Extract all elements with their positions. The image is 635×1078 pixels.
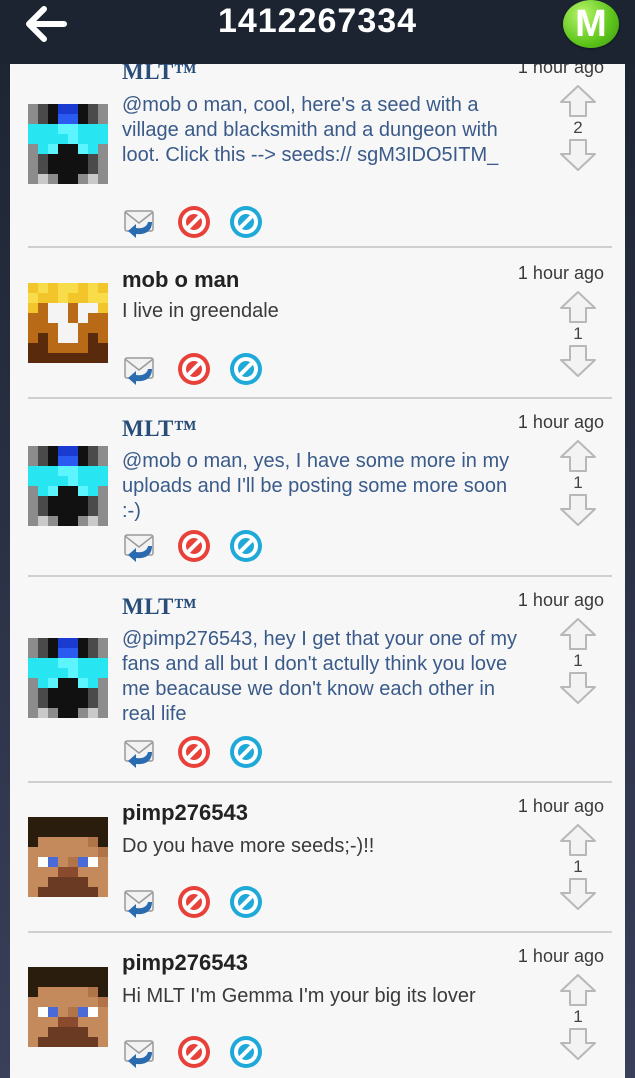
- upvote-arrow-icon[interactable]: [558, 617, 598, 651]
- vote-score: 1: [573, 1007, 583, 1026]
- reply-icon: [124, 890, 154, 918]
- block-icon: [178, 530, 210, 562]
- report-icon: [230, 886, 262, 918]
- avatar[interactable]: [28, 446, 108, 526]
- block-icon: [178, 736, 210, 768]
- vote-score: 2: [573, 118, 583, 137]
- block-button[interactable]: [176, 204, 212, 240]
- comment-author[interactable]: pimp276543: [122, 950, 248, 976]
- comment-time: 1 hour ago: [517, 590, 604, 610]
- menu-button[interactable]: M: [563, 0, 619, 48]
- block-button[interactable]: [176, 528, 212, 564]
- page-edge-right: [625, 0, 635, 1078]
- page-title: 1412267334: [217, 2, 418, 40]
- comment-time: 1 hour ago: [517, 64, 604, 77]
- vote-box: 1: [558, 617, 598, 705]
- reply-button[interactable]: [122, 734, 158, 770]
- downvote-arrow-icon[interactable]: [558, 344, 598, 378]
- comment-item: pimp276543 1 hour ago Hi MLT I'm Gemma I…: [10, 933, 625, 1078]
- comment-text: Hi MLT I'm Gemma I'm your big its lover: [122, 985, 476, 1007]
- top-bar: 1412267334 M: [0, 0, 635, 64]
- reply-button[interactable]: [122, 528, 158, 564]
- vote-box: 1: [558, 290, 598, 378]
- upvote-arrow-icon[interactable]: [558, 290, 598, 324]
- block-icon: [178, 206, 210, 238]
- report-icon: [230, 353, 262, 385]
- comment-item: mob o man 1 hour ago I live in greendale…: [10, 248, 625, 398]
- comment-time: 1 hour ago: [517, 263, 604, 283]
- block-button[interactable]: [176, 734, 212, 770]
- comment-author[interactable]: MLT™: [122, 416, 197, 442]
- vote-score: 1: [573, 473, 583, 492]
- comment-text: I live in greendale: [122, 300, 279, 322]
- reply-icon: [124, 1040, 154, 1068]
- block-button[interactable]: [176, 1034, 212, 1070]
- avatar[interactable]: [28, 967, 108, 1047]
- comment-text: Do you have more seeds;-)!!: [122, 835, 375, 857]
- report-button[interactable]: [228, 204, 264, 240]
- vote-box: 1: [558, 439, 598, 527]
- reply-icon: [124, 740, 154, 768]
- comment-time: 1 hour ago: [517, 412, 604, 432]
- comment-author[interactable]: pimp276543: [122, 800, 248, 826]
- block-icon: [178, 1036, 210, 1068]
- reply-icon: [124, 534, 154, 562]
- vote-box: 2: [558, 84, 598, 172]
- comment-author[interactable]: MLT™: [122, 594, 197, 620]
- downvote-arrow-icon[interactable]: [558, 1027, 598, 1061]
- report-icon: [230, 530, 262, 562]
- reply-icon: [124, 210, 154, 238]
- avatar[interactable]: [28, 104, 108, 184]
- comment-item: MLT™ 1 hour ago @pimp276543, hey I get t…: [10, 577, 625, 780]
- comment-item: MLT™ 1 hour ago @mob o man, cool, here's…: [10, 64, 625, 249]
- avatar[interactable]: [28, 817, 108, 897]
- comment-item: MLT™ 1 hour ago @mob o man, yes, I have …: [10, 399, 625, 575]
- vote-score: 1: [573, 651, 583, 670]
- comment-time: 1 hour ago: [517, 796, 604, 816]
- report-icon: [230, 1036, 262, 1068]
- downvote-arrow-icon[interactable]: [558, 493, 598, 527]
- reply-button[interactable]: [122, 204, 158, 240]
- reply-button[interactable]: [122, 1034, 158, 1070]
- report-button[interactable]: [228, 884, 264, 920]
- vote-score: 1: [573, 324, 583, 343]
- report-icon: [230, 736, 262, 768]
- avatar[interactable]: [28, 638, 108, 718]
- comment-time: 1 hour ago: [517, 946, 604, 966]
- report-button[interactable]: [228, 528, 264, 564]
- block-icon: [178, 886, 210, 918]
- reply-icon: [124, 357, 154, 385]
- block-button[interactable]: [176, 351, 212, 387]
- comment-item: pimp276543 1 hour ago Do you have more s…: [10, 783, 625, 933]
- upvote-arrow-icon[interactable]: [558, 84, 598, 118]
- downvote-arrow-icon[interactable]: [558, 877, 598, 911]
- block-icon: [178, 353, 210, 385]
- reply-button[interactable]: [122, 351, 158, 387]
- vote-box: 1: [558, 823, 598, 911]
- block-button[interactable]: [176, 884, 212, 920]
- upvote-arrow-icon[interactable]: [558, 823, 598, 857]
- comment-text: @mob o man, cool, here's a seed with a v…: [122, 94, 499, 166]
- vote-box: 1: [558, 973, 598, 1061]
- comment-text: @pimp276543, hey I get that your one of …: [122, 628, 517, 725]
- report-button[interactable]: [228, 734, 264, 770]
- comment-list[interactable]: MLT™ 1 hour ago @mob o man, cool, here's…: [10, 64, 625, 1078]
- report-button[interactable]: [228, 1034, 264, 1070]
- comment-author[interactable]: mob o man: [122, 267, 239, 293]
- comment-author[interactable]: MLT™: [122, 64, 197, 85]
- avatar[interactable]: [28, 283, 108, 363]
- upvote-arrow-icon[interactable]: [558, 439, 598, 473]
- downvote-arrow-icon[interactable]: [558, 138, 598, 172]
- upvote-arrow-icon[interactable]: [558, 973, 598, 1007]
- page-edge-left: [0, 0, 10, 1078]
- downvote-arrow-icon[interactable]: [558, 671, 598, 705]
- report-button[interactable]: [228, 351, 264, 387]
- vote-score: 1: [573, 857, 583, 876]
- report-icon: [230, 206, 262, 238]
- reply-button[interactable]: [122, 884, 158, 920]
- comment-text: @mob o man, yes, I have some more in my …: [122, 450, 510, 522]
